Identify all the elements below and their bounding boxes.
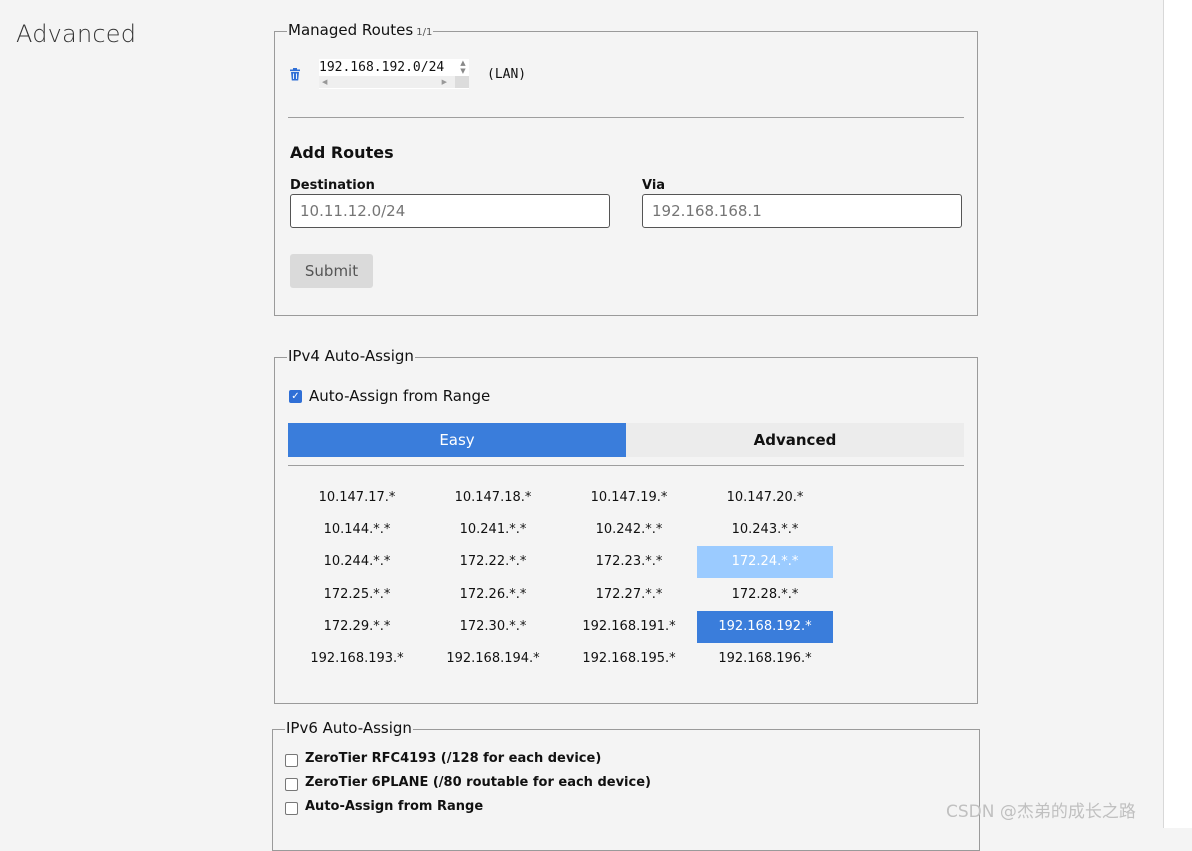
6plane-checkbox[interactable] <box>285 778 298 791</box>
ipv4-legend: IPv4 Auto-Assign <box>287 347 415 365</box>
via-input[interactable] <box>642 194 962 228</box>
route-target-field[interactable]: 192.168.192.0/24 ▲ ▼ ◀ ▶ <box>319 59 469 89</box>
range-option[interactable]: 10.242.*.* <box>561 514 697 546</box>
horizontal-scrollbar[interactable]: ◀ ▶ <box>319 76 469 88</box>
range-option[interactable]: 172.25.*.* <box>289 579 425 611</box>
tabs-divider <box>288 465 964 466</box>
submit-button[interactable]: Submit <box>290 254 373 288</box>
auto-assign-label: Auto-Assign from Range <box>309 387 491 405</box>
tab-advanced[interactable]: Advanced <box>626 423 964 457</box>
watermark: CSDN @杰弟的成长之路 <box>946 802 1136 822</box>
range-option[interactable]: 192.168.191.* <box>561 611 697 643</box>
ipv6-auto-range-checkbox[interactable] <box>285 802 298 815</box>
ipv6-legend: IPv6 Auto-Assign <box>285 719 413 737</box>
trash-icon[interactable] <box>289 66 303 81</box>
range-option[interactable]: 172.29.*.* <box>289 611 425 643</box>
range-option[interactable]: 10.243.*.* <box>697 514 833 546</box>
range-option[interactable]: 192.168.195.* <box>561 643 697 675</box>
add-routes-title: Add Routes <box>290 143 394 162</box>
range-option[interactable]: 172.27.*.* <box>561 579 697 611</box>
spinner-arrows-icon[interactable]: ▲ ▼ <box>457 59 469 77</box>
ipv4-auto-assign-panel: IPv4 Auto-Assign ✓ Auto-Assign from Rang… <box>274 347 978 704</box>
range-option[interactable]: 172.26.*.* <box>425 579 561 611</box>
auto-assign-checkbox[interactable]: ✓ <box>289 390 302 403</box>
range-option[interactable]: 172.23.*.* <box>561 546 697 578</box>
managed-routes-panel: Managed Routes 1/1 192.168.192.0/24 ▲ ▼ ◀ … <box>274 21 978 316</box>
range-option[interactable]: 10.147.17.* <box>289 482 425 514</box>
destination-label: Destination <box>290 178 375 193</box>
rfc4193-checkbox[interactable] <box>285 754 298 767</box>
range-option[interactable]: 192.168.196.* <box>697 643 833 675</box>
range-option[interactable]: 10.144.*.* <box>289 514 425 546</box>
range-option[interactable]: 10.241.*.* <box>425 514 561 546</box>
range-option[interactable]: 10.147.18.* <box>425 482 561 514</box>
route-count: 1/1 <box>416 27 433 38</box>
managed-routes-legend: Managed Routes 1/1 <box>287 21 434 39</box>
range-option[interactable]: 172.30.*.* <box>425 611 561 643</box>
scroll-left-icon[interactable]: ◀ <box>322 78 327 86</box>
via-label: Via <box>642 178 666 193</box>
range-option[interactable]: 10.147.19.* <box>561 482 697 514</box>
range-option[interactable]: 10.147.20.* <box>697 482 833 514</box>
range-option[interactable]: 192.168.193.* <box>289 643 425 675</box>
range-option[interactable]: 192.168.192.* <box>697 610 833 643</box>
route-via-label: (LAN) <box>487 67 527 82</box>
right-scroll-rail <box>1163 0 1192 828</box>
range-option[interactable]: 172.24.*.* <box>697 546 833 579</box>
range-option[interactable]: 172.28.*.* <box>697 579 833 611</box>
ipv6-auto-assign-panel: IPv6 Auto-Assign ZeroTier RFC4193 (/128 … <box>272 719 980 851</box>
6plane-label: ZeroTier 6PLANE (/80 routable for each d… <box>305 775 651 790</box>
range-option[interactable]: 192.168.194.* <box>425 643 561 675</box>
scroll-corner <box>455 76 469 88</box>
ipv6-auto-range-label: Auto-Assign from Range <box>305 799 484 814</box>
route-target-value: 192.168.192.0/24 <box>319 60 445 75</box>
routes-divider <box>288 117 964 118</box>
scroll-right-icon[interactable]: ▶ <box>442 78 447 86</box>
range-option[interactable]: 10.244.*.* <box>289 546 425 578</box>
tab-easy[interactable]: Easy <box>288 423 626 457</box>
destination-input[interactable] <box>290 194 610 228</box>
rfc4193-label: ZeroTier RFC4193 (/128 for each device) <box>305 751 602 766</box>
range-option[interactable]: 172.22.*.* <box>425 546 561 578</box>
page-title: Advanced <box>16 20 137 48</box>
